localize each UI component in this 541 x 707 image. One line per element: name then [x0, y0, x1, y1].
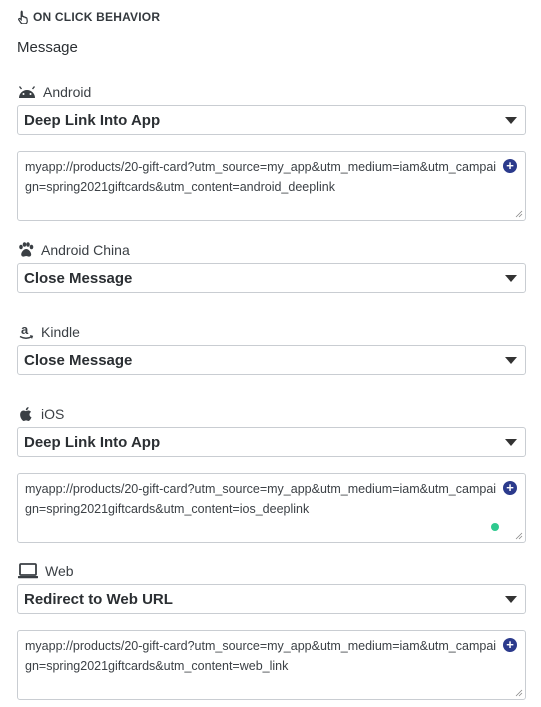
apple-icon	[17, 405, 35, 423]
chevron-down-icon	[505, 274, 517, 282]
web-label: Web	[45, 563, 74, 579]
platform-ios: iOS Deep Link Into App myapp://products/…	[17, 404, 526, 543]
android-label: Android	[43, 84, 92, 100]
resize-grip-icon[interactable]	[515, 532, 523, 540]
add-attribute-icon[interactable]: +	[503, 159, 517, 173]
chevron-down-icon	[505, 116, 517, 124]
chevron-down-icon	[505, 356, 517, 364]
android-china-action-select[interactable]: Close Message	[17, 263, 526, 293]
platform-label-android-china: Android China	[17, 240, 526, 260]
chevron-down-icon	[505, 438, 517, 446]
pointer-hand-icon	[17, 10, 30, 24]
web-url-value: myapp://products/20-gift-card?utm_source…	[25, 639, 497, 673]
android-china-label: Android China	[41, 242, 130, 258]
kindle-label: Kindle	[41, 324, 80, 340]
platform-label-android: Android	[17, 82, 526, 102]
ios-action-value: Deep Link Into App	[24, 433, 161, 451]
android-action-select[interactable]: Deep Link Into App	[17, 105, 526, 135]
status-dot	[491, 523, 499, 531]
kindle-action-select[interactable]: Close Message	[17, 345, 526, 375]
android-deeplink-textarea[interactable]: myapp://products/20-gift-card?utm_source…	[17, 151, 526, 221]
android-china-action-value: Close Message	[24, 269, 133, 287]
add-attribute-icon[interactable]: +	[503, 638, 517, 652]
platform-kindle: a Kindle Close Message	[17, 322, 526, 375]
platform-android: Android Deep Link Into App myapp://produ…	[17, 82, 526, 221]
web-action-value: Redirect to Web URL	[24, 590, 173, 608]
chevron-down-icon	[505, 595, 517, 603]
add-attribute-icon[interactable]: +	[503, 481, 517, 495]
svg-text:a: a	[21, 323, 29, 337]
platform-label-kindle: a Kindle	[17, 322, 526, 342]
platform-label-web: Web	[17, 561, 526, 581]
on-click-behavior-header: ON CLICK BEHAVIOR	[17, 10, 160, 24]
message-subheading: Message	[17, 39, 78, 56]
amazon-icon: a	[17, 323, 35, 341]
platform-web: Web Redirect to Web URL myapp://products…	[17, 561, 526, 700]
web-url-textarea[interactable]: myapp://products/20-gift-card?utm_source…	[17, 630, 526, 700]
resize-grip-icon[interactable]	[515, 689, 523, 697]
android-icon	[17, 86, 37, 98]
android-action-value: Deep Link Into App	[24, 111, 161, 129]
paw-icon	[17, 242, 35, 258]
ios-deeplink-value: myapp://products/20-gift-card?utm_source…	[25, 482, 497, 516]
laptop-icon	[17, 562, 39, 580]
ios-action-select[interactable]: Deep Link Into App	[17, 427, 526, 457]
resize-grip-icon[interactable]	[515, 210, 523, 218]
ios-deeplink-textarea[interactable]: myapp://products/20-gift-card?utm_source…	[17, 473, 526, 543]
platform-android-china: Android China Close Message	[17, 240, 526, 293]
ios-label: iOS	[41, 406, 65, 422]
platform-label-ios: iOS	[17, 404, 526, 424]
kindle-action-value: Close Message	[24, 351, 133, 369]
web-action-select[interactable]: Redirect to Web URL	[17, 584, 526, 614]
android-deeplink-value: myapp://products/20-gift-card?utm_source…	[25, 160, 497, 194]
section-title: ON CLICK BEHAVIOR	[33, 10, 161, 24]
